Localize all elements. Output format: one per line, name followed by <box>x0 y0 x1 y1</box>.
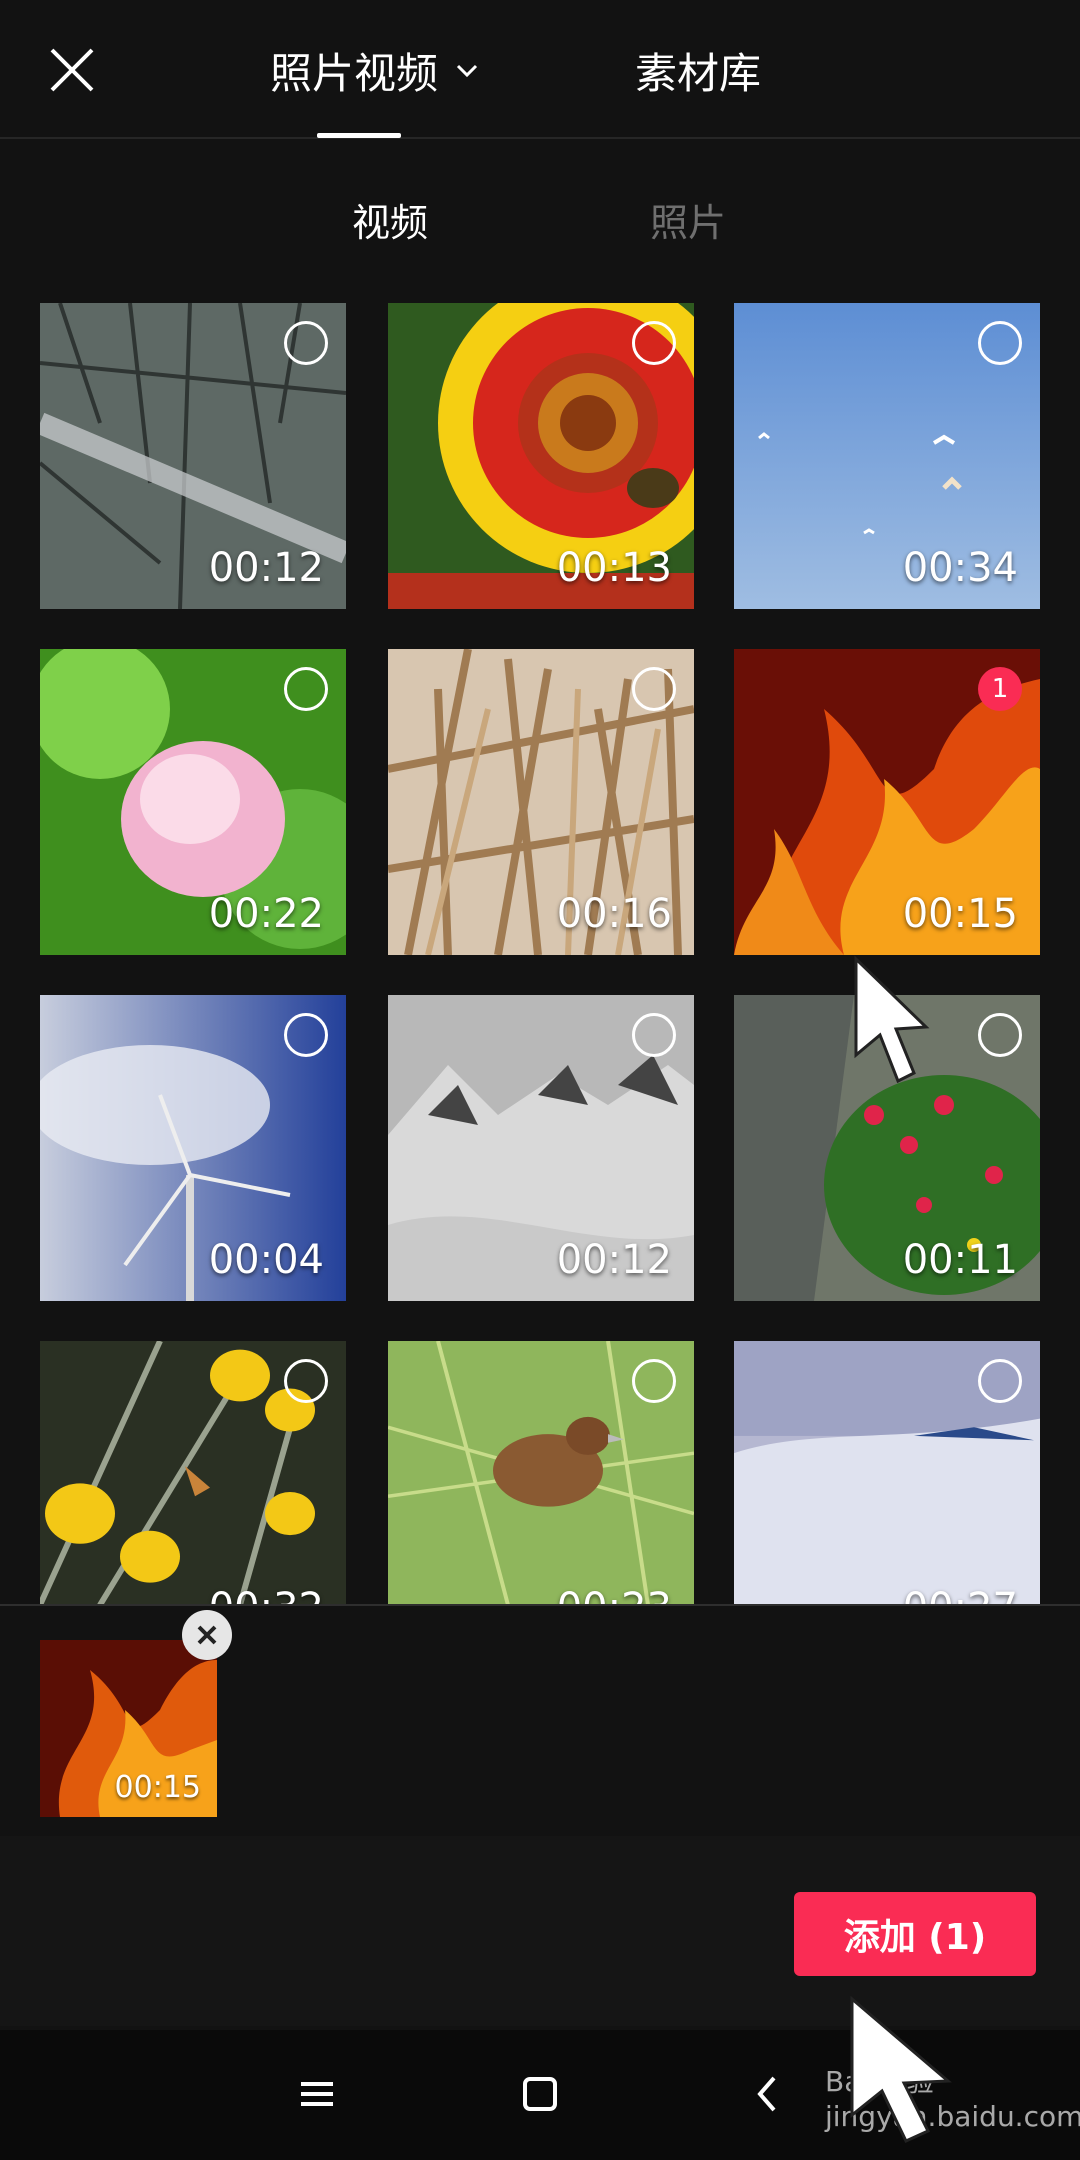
select-circle[interactable] <box>632 321 676 365</box>
top-bar: 照片视频 素材库 <box>0 0 1080 139</box>
select-circle[interactable] <box>632 667 676 711</box>
media-tile[interactable]: 00:12 <box>388 995 694 1301</box>
action-bar: 添加 (1) <box>0 1836 1080 2026</box>
selected-badge[interactable]: 1 <box>978 667 1022 711</box>
video-duration: 00:04 <box>208 1237 324 1283</box>
tab-material-library-label: 素材库 <box>635 48 762 98</box>
tab-photo-video[interactable]: 照片视频 <box>270 38 480 102</box>
select-circle[interactable] <box>284 667 328 711</box>
close-button[interactable] <box>40 38 104 102</box>
watermark: Bai 经验 jingyan.baidu.com <box>825 2065 1080 2133</box>
select-circle[interactable] <box>978 1359 1022 1403</box>
select-circle[interactable] <box>284 1359 328 1403</box>
media-tile[interactable]: 00:32 <box>40 1341 346 1604</box>
chevron-down-icon <box>456 64 478 78</box>
select-circle[interactable] <box>632 1359 676 1403</box>
add-button[interactable]: 添加 (1) <box>794 1892 1036 1976</box>
media-tile[interactable]: 00:13 <box>388 303 694 609</box>
select-circle[interactable] <box>978 1013 1022 1057</box>
media-tile[interactable]: 00:27 <box>734 1341 1040 1604</box>
back-icon[interactable] <box>738 2064 798 2124</box>
media-tile[interactable]: 00:34 <box>734 303 1040 609</box>
video-duration: 00:12 <box>556 1237 672 1283</box>
media-tile[interactable]: 00:12 <box>40 303 346 609</box>
select-circle[interactable] <box>284 1013 328 1057</box>
media-tile[interactable]: 1 00:15 <box>734 649 1040 955</box>
video-duration: 00:27 <box>903 1585 1018 1604</box>
tab-photo-video-label: 照片视频 <box>270 48 439 98</box>
active-tab-indicator <box>317 133 401 138</box>
media-tile[interactable]: 00:16 <box>388 649 694 955</box>
sub-tab-video[interactable]: 视频 <box>352 192 428 247</box>
sub-tab-photo[interactable]: 照片 <box>650 192 726 247</box>
selected-item[interactable]: 00:15 <box>40 1610 232 1817</box>
remove-button[interactable] <box>182 1610 232 1660</box>
video-duration: 00:22 <box>208 891 324 937</box>
media-tile[interactable]: 00:22 <box>40 649 346 955</box>
media-tile[interactable]: 00:23 <box>388 1341 694 1604</box>
video-duration: 00:12 <box>208 545 324 591</box>
video-duration: 00:11 <box>902 1237 1018 1283</box>
selected-duration: 00:15 <box>114 1770 201 1805</box>
select-circle[interactable] <box>978 321 1022 365</box>
selected-tray: 00:15 <box>0 1604 1080 1838</box>
media-grid: 00:12 00:13 00:34 00:22 00:16 1 00:15 00… <box>0 298 1080 1604</box>
video-duration: 00:15 <box>902 891 1018 937</box>
close-icon <box>50 48 94 92</box>
video-duration: 00:32 <box>209 1585 324 1604</box>
video-duration: 00:34 <box>902 545 1018 591</box>
video-duration: 00:13 <box>556 545 672 591</box>
video-duration: 00:16 <box>556 891 672 937</box>
video-duration: 00:23 <box>557 1585 672 1604</box>
home-icon[interactable] <box>510 2064 570 2124</box>
select-circle[interactable] <box>284 321 328 365</box>
select-circle[interactable] <box>632 1013 676 1057</box>
media-tile[interactable]: 00:04 <box>40 995 346 1301</box>
close-icon <box>197 1625 217 1645</box>
media-tile[interactable]: 00:11 <box>734 995 1040 1301</box>
tab-material-library[interactable]: 素材库 <box>635 38 761 102</box>
menu-icon[interactable] <box>287 2064 347 2124</box>
